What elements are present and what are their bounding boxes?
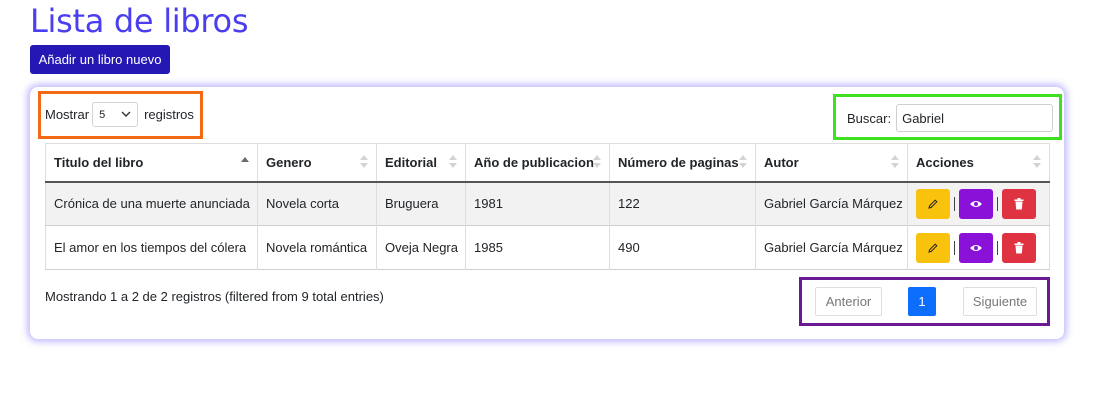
cell-title: Crónica de una muerte anunciada xyxy=(45,181,258,226)
length-control: Mostrar 5 registros xyxy=(45,102,194,127)
action-divider xyxy=(954,196,955,211)
pagination-current-page[interactable]: 1 xyxy=(908,287,936,316)
action-divider xyxy=(954,240,955,255)
cell-year: 1985 xyxy=(465,225,610,270)
table-info: Mostrando 1 a 2 de 2 registros (filtered… xyxy=(45,289,384,304)
search-control: Buscar: xyxy=(847,104,1054,132)
length-select-value: 5 xyxy=(99,108,106,121)
length-label-after: registros xyxy=(144,107,194,122)
view-button[interactable] xyxy=(959,188,993,219)
pencil-icon xyxy=(928,242,938,253)
sort-icon xyxy=(449,155,457,169)
column-header-title[interactable]: Titulo del libro xyxy=(45,143,258,182)
pencil-icon xyxy=(928,199,938,209)
cell-genre: Novela romántica xyxy=(257,225,377,270)
cell-actions xyxy=(908,226,1050,270)
edit-button[interactable] xyxy=(916,232,950,263)
cell-actions xyxy=(908,182,1050,226)
sort-icon xyxy=(891,155,899,169)
cell-year: 1981 xyxy=(465,181,610,226)
edit-button[interactable] xyxy=(916,188,950,219)
sort-icon xyxy=(593,155,601,169)
table-header-row: Titulo del libro Genero Editorial Año de… xyxy=(45,143,1050,182)
cell-publisher: Bruguera xyxy=(376,181,466,226)
chevron-down-icon xyxy=(121,109,131,120)
column-header-year[interactable]: Año de publicacion xyxy=(465,143,610,182)
cell-genre: Novela corta xyxy=(257,181,377,226)
column-header-author[interactable]: Autor xyxy=(755,143,908,182)
cell-title: El amor en los tiempos del cólera xyxy=(45,225,258,270)
search-label: Buscar: xyxy=(847,110,892,126)
add-book-button[interactable]: Añadir un libro nuevo xyxy=(30,45,170,74)
length-select[interactable]: 5 xyxy=(92,102,139,127)
column-header-genre[interactable]: Genero xyxy=(257,143,377,182)
sort-asc-icon xyxy=(241,155,249,169)
sort-icon xyxy=(739,155,747,169)
search-input[interactable] xyxy=(896,104,1054,132)
pagination-next-button[interactable]: Siguiente xyxy=(963,287,1037,316)
trash-icon xyxy=(1014,197,1024,210)
cell-publisher: Oveja Negra xyxy=(376,225,466,270)
length-label-before: Mostrar xyxy=(45,107,90,122)
page-title: Lista de libros xyxy=(30,2,249,40)
eye-icon xyxy=(970,200,982,207)
action-divider xyxy=(997,196,998,211)
cell-author: Gabriel García Márquez xyxy=(755,225,908,270)
table-row: Crónica de una muerte anunciada Novela c… xyxy=(45,181,1050,226)
column-header-publisher[interactable]: Editorial xyxy=(376,143,466,182)
delete-button[interactable] xyxy=(1002,188,1036,219)
delete-button[interactable] xyxy=(1002,232,1036,263)
eye-icon xyxy=(970,244,982,251)
view-button[interactable] xyxy=(959,232,993,263)
trash-icon xyxy=(1014,241,1024,253)
books-table: Titulo del libro Genero Editorial Año de… xyxy=(45,143,1050,270)
pagination-previous-button[interactable]: Anterior xyxy=(815,287,882,316)
action-divider xyxy=(997,240,998,255)
cell-pages: 122 xyxy=(609,181,756,226)
column-header-actions[interactable]: Acciones xyxy=(907,143,1050,182)
sort-icon xyxy=(1033,155,1041,169)
table-row: El amor en los tiempos del cólera Novela… xyxy=(45,225,1050,270)
cell-author: Gabriel García Márquez xyxy=(755,181,908,226)
column-header-pages[interactable]: Número de paginas xyxy=(609,143,756,182)
sort-icon xyxy=(360,155,368,169)
cell-pages: 490 xyxy=(609,225,756,270)
